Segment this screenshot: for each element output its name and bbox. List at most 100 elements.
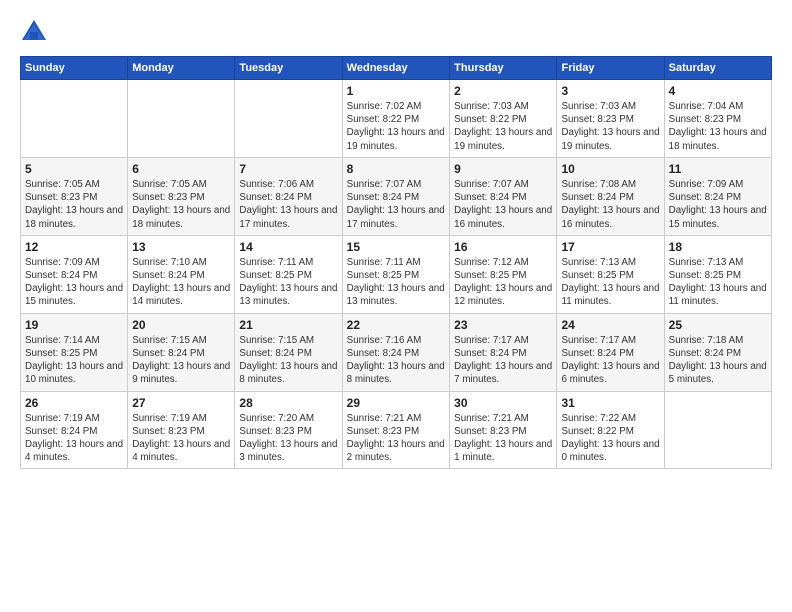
calendar-cell: 7 Sunrise: 7:06 AM Sunset: 8:24 PM Daylig… [235, 157, 342, 235]
day-number: 10 [561, 162, 659, 176]
day-number: 22 [347, 318, 445, 332]
day-number: 18 [669, 240, 767, 254]
day-info: Sunrise: 7:13 AM Sunset: 8:25 PM Dayligh… [561, 256, 659, 309]
day-info: Sunrise: 7:21 AM Sunset: 8:23 PM Dayligh… [454, 412, 552, 465]
calendar-cell: 29Sunrise: 7:21 AM Sunset: 8:23 PM Dayli… [342, 391, 449, 469]
day-info: Sunrise: 7:09 AM Sunset: 8:24 PM Dayligh… [25, 256, 123, 309]
day-number: 27 [132, 396, 230, 410]
day-info: Sunrise: 7:13 AM Sunset: 8:25 PM Dayligh… [669, 256, 767, 309]
calendar-cell: 24 Sunrise: 7:17 AM Sunset: 8:24 PM Dayli… [557, 313, 664, 391]
day-number: 8 [347, 162, 445, 176]
calendar-cell: 23 Sunrise: 7:17 AM Sunset: 8:24 PM Dayli… [450, 313, 557, 391]
calendar-day-header: Saturday [664, 57, 771, 80]
day-info: Sunrise: 7:15 AM Sunset: 8:24 PM Dayligh… [239, 334, 337, 387]
day-info: Sunrise: 7:21 AM Sunset: 8:23 PM Dayligh… [347, 412, 445, 465]
calendar-cell: 26 Sunrise: 7:19 AM Sunset: 8:24 PM Dayli… [21, 391, 128, 469]
day-info: Sunrise: 7:16 AM Sunset: 8:24 PM Dayligh… [347, 334, 445, 387]
calendar-cell: 22 Sunrise: 7:16 AM Sunset: 8:24 PM Dayli… [342, 313, 449, 391]
day-number: 11 [669, 162, 767, 176]
calendar-cell: 5 Sunrise: 7:05 AM Sunset: 8:23 PM Daylig… [21, 157, 128, 235]
calendar-cell: 4Sunrise: 7:04 AM Sunset: 8:23 PM Daylig… [664, 80, 771, 158]
day-number: 6 [132, 162, 230, 176]
calendar-day-header: Monday [128, 57, 235, 80]
calendar-day-header: Thursday [450, 57, 557, 80]
page: SundayMondayTuesdayWednesdayThursdayFrid… [0, 0, 792, 479]
calendar-week-row: 5 Sunrise: 7:05 AM Sunset: 8:23 PM Daylig… [21, 157, 772, 235]
day-info: Sunrise: 7:19 AM Sunset: 8:24 PM Dayligh… [25, 412, 123, 465]
day-info: Sunrise: 7:02 AM Sunset: 8:22 PM Dayligh… [347, 100, 445, 153]
day-number: 17 [561, 240, 659, 254]
calendar-day-header: Wednesday [342, 57, 449, 80]
calendar-week-row: 1 Sunrise: 7:02 AM Sunset: 8:22 PM Daylig… [21, 80, 772, 158]
calendar-cell: 31 Sunrise: 7:22 AM Sunset: 8:22 PM Dayli… [557, 391, 664, 469]
logo-icon [20, 18, 48, 46]
calendar-day-header: Friday [557, 57, 664, 80]
day-info: Sunrise: 7:06 AM Sunset: 8:24 PM Dayligh… [239, 178, 337, 231]
day-info: Sunrise: 7:07 AM Sunset: 8:24 PM Dayligh… [454, 178, 552, 231]
day-number: 1 [347, 84, 445, 98]
calendar-cell: 25 Sunrise: 7:18 AM Sunset: 8:24 PM Dayli… [664, 313, 771, 391]
day-info: Sunrise: 7:10 AM Sunset: 8:24 PM Dayligh… [132, 256, 230, 309]
day-info: Sunrise: 7:03 AM Sunset: 8:23 PM Dayligh… [561, 100, 659, 153]
day-number: 5 [25, 162, 123, 176]
day-number: 14 [239, 240, 337, 254]
day-info: Sunrise: 7:22 AM Sunset: 8:22 PM Dayligh… [561, 412, 659, 465]
calendar-cell [128, 80, 235, 158]
day-info: Sunrise: 7:11 AM Sunset: 8:25 PM Dayligh… [347, 256, 445, 309]
day-info: Sunrise: 7:05 AM Sunset: 8:23 PM Dayligh… [25, 178, 123, 231]
day-number: 30 [454, 396, 552, 410]
day-number: 3 [561, 84, 659, 98]
calendar-cell: 13 Sunrise: 7:10 AM Sunset: 8:24 PM Dayli… [128, 235, 235, 313]
calendar-cell: 11 Sunrise: 7:09 AM Sunset: 8:24 PM Dayli… [664, 157, 771, 235]
day-info: Sunrise: 7:05 AM Sunset: 8:23 PM Dayligh… [132, 178, 230, 231]
calendar-cell: 18 Sunrise: 7:13 AM Sunset: 8:25 PM Dayli… [664, 235, 771, 313]
day-info: Sunrise: 7:20 AM Sunset: 8:23 PM Dayligh… [239, 412, 337, 465]
day-info: Sunrise: 7:08 AM Sunset: 8:24 PM Dayligh… [561, 178, 659, 231]
calendar-cell: 6 Sunrise: 7:05 AM Sunset: 8:23 PM Daylig… [128, 157, 235, 235]
calendar-cell [235, 80, 342, 158]
calendar-week-row: 12 Sunrise: 7:09 AM Sunset: 8:24 PM Dayli… [21, 235, 772, 313]
day-number: 21 [239, 318, 337, 332]
day-number: 24 [561, 318, 659, 332]
calendar-cell: 28 Sunrise: 7:20 AM Sunset: 8:23 PM Dayli… [235, 391, 342, 469]
day-info: Sunrise: 7:18 AM Sunset: 8:24 PM Dayligh… [669, 334, 767, 387]
calendar-week-row: 19 Sunrise: 7:14 AM Sunset: 8:25 PM Dayli… [21, 313, 772, 391]
calendar-cell: 20 Sunrise: 7:15 AM Sunset: 8:24 PM Dayli… [128, 313, 235, 391]
day-info: Sunrise: 7:19 AM Sunset: 8:23 PM Dayligh… [132, 412, 230, 465]
day-info: Sunrise: 7:07 AM Sunset: 8:24 PM Dayligh… [347, 178, 445, 231]
day-info: Sunrise: 7:12 AM Sunset: 8:25 PM Dayligh… [454, 256, 552, 309]
day-info: Sunrise: 7:14 AM Sunset: 8:25 PM Dayligh… [25, 334, 123, 387]
calendar-day-header: Sunday [21, 57, 128, 80]
calendar-cell [664, 391, 771, 469]
calendar-cell: 14Sunrise: 7:11 AM Sunset: 8:25 PM Dayli… [235, 235, 342, 313]
day-info: Sunrise: 7:04 AM Sunset: 8:23 PM Dayligh… [669, 100, 767, 153]
day-info: Sunrise: 7:09 AM Sunset: 8:24 PM Dayligh… [669, 178, 767, 231]
day-number: 16 [454, 240, 552, 254]
header [20, 18, 772, 46]
day-number: 19 [25, 318, 123, 332]
day-number: 7 [239, 162, 337, 176]
day-number: 12 [25, 240, 123, 254]
calendar-header-row: SundayMondayTuesdayWednesdayThursdayFrid… [21, 57, 772, 80]
day-number: 26 [25, 396, 123, 410]
day-info: Sunrise: 7:03 AM Sunset: 8:22 PM Dayligh… [454, 100, 552, 153]
calendar-cell: 12 Sunrise: 7:09 AM Sunset: 8:24 PM Dayli… [21, 235, 128, 313]
calendar-day-header: Tuesday [235, 57, 342, 80]
day-number: 25 [669, 318, 767, 332]
day-number: 15 [347, 240, 445, 254]
day-number: 28 [239, 396, 337, 410]
day-number: 23 [454, 318, 552, 332]
calendar-cell: 30 Sunrise: 7:21 AM Sunset: 8:23 PM Dayli… [450, 391, 557, 469]
day-number: 13 [132, 240, 230, 254]
day-number: 31 [561, 396, 659, 410]
calendar-cell: 27 Sunrise: 7:19 AM Sunset: 8:23 PM Dayli… [128, 391, 235, 469]
day-info: Sunrise: 7:17 AM Sunset: 8:24 PM Dayligh… [454, 334, 552, 387]
calendar-cell: 2 Sunrise: 7:03 AM Sunset: 8:22 PM Daylig… [450, 80, 557, 158]
logo [20, 18, 52, 46]
calendar-cell: 17 Sunrise: 7:13 AM Sunset: 8:25 PM Dayli… [557, 235, 664, 313]
day-number: 20 [132, 318, 230, 332]
day-info: Sunrise: 7:17 AM Sunset: 8:24 PM Dayligh… [561, 334, 659, 387]
day-info: Sunrise: 7:15 AM Sunset: 8:24 PM Dayligh… [132, 334, 230, 387]
calendar-cell: 19 Sunrise: 7:14 AM Sunset: 8:25 PM Dayli… [21, 313, 128, 391]
day-number: 2 [454, 84, 552, 98]
